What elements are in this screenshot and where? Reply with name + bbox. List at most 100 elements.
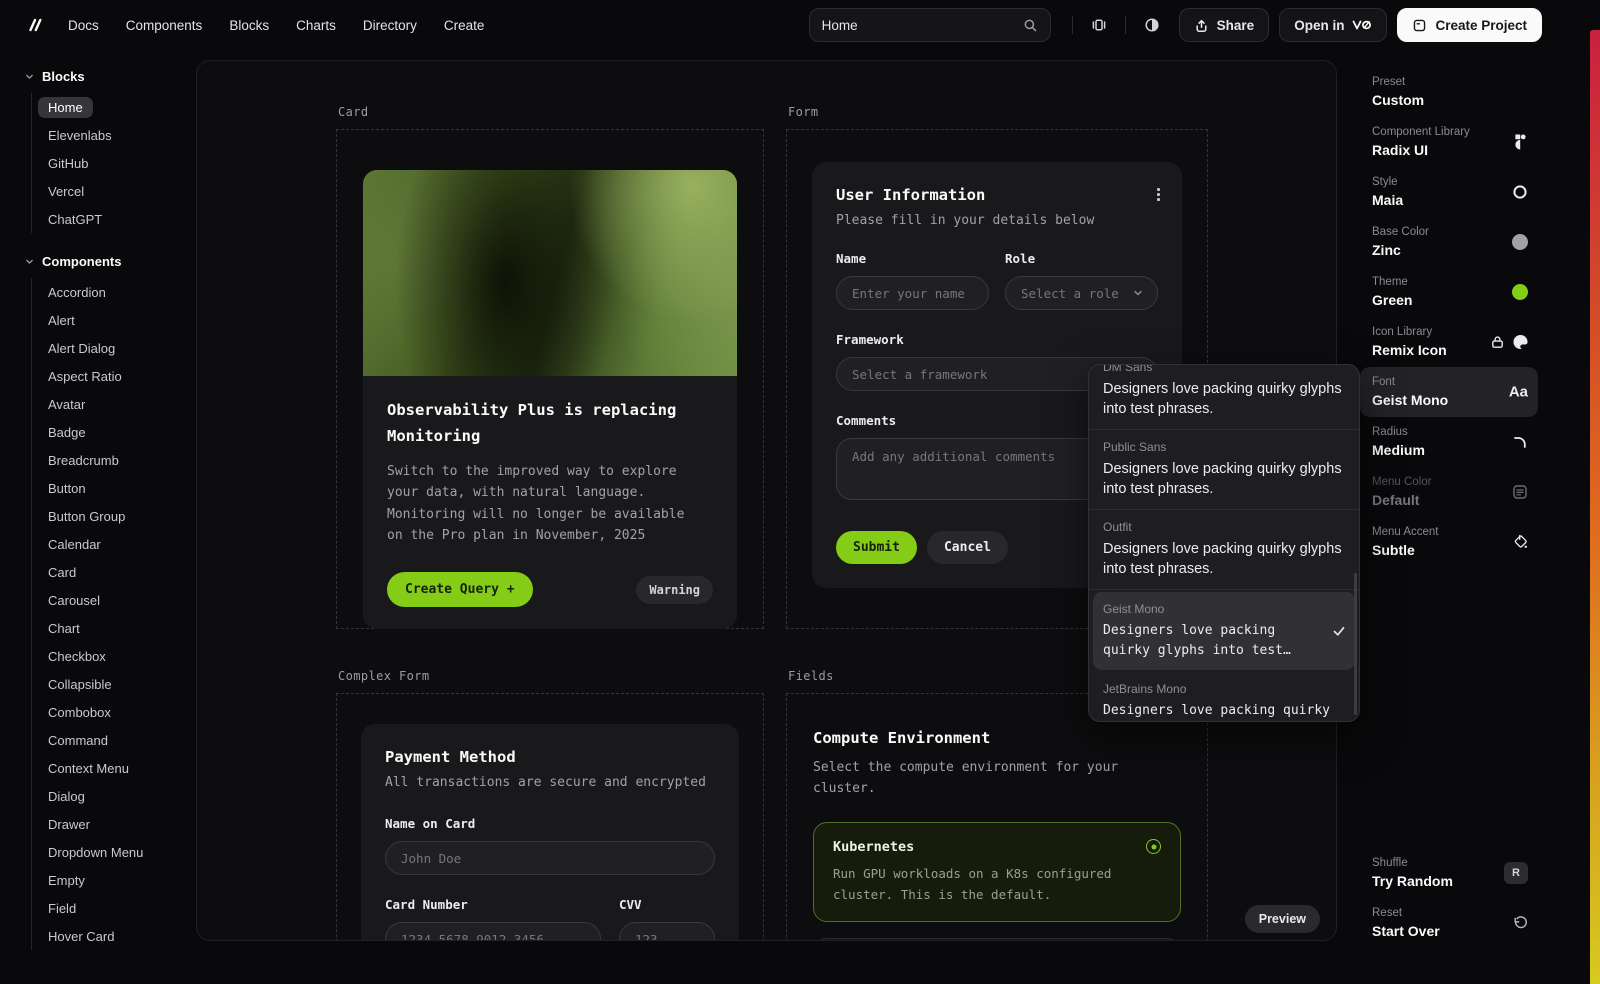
sidebar-item-alert[interactable]: Alert	[32, 306, 188, 334]
sidebar-item-label: Empty	[38, 870, 95, 891]
sidebar-item-avatar[interactable]: Avatar	[32, 390, 188, 418]
sidebar-item-label: Carousel	[38, 590, 110, 611]
inspector-row-radius[interactable]: Radius Medium	[1360, 417, 1538, 467]
font-option-dm-sans[interactable]: DM Sans Designers love packing quirky gl…	[1089, 364, 1359, 429]
sidebar-item-context-menu[interactable]: Context Menu	[32, 754, 188, 782]
name-field[interactable]	[836, 276, 989, 310]
preview-button[interactable]: Preview	[1245, 905, 1320, 933]
sidebar-item-elevenlabs[interactable]: Elevenlabs	[32, 121, 188, 149]
search-field[interactable]	[822, 18, 1023, 33]
submit-button[interactable]: Submit	[836, 531, 917, 564]
nav-link-docs[interactable]: Docs	[68, 18, 99, 33]
sidebar-item-checkbox[interactable]: Checkbox	[32, 642, 188, 670]
framework-label: Framework	[836, 332, 1158, 347]
compute-environment-description: Select the compute environment for your …	[813, 757, 1143, 800]
sidebar-item-empty[interactable]: Empty	[32, 866, 188, 894]
sidebar-item-accordion[interactable]: Accordion	[32, 278, 188, 306]
scrollbar-thumb[interactable]	[1354, 573, 1357, 715]
radio-selected-icon[interactable]	[1146, 839, 1161, 854]
name-on-card-field[interactable]	[385, 841, 715, 875]
sidebar-item-dialog[interactable]: Dialog	[32, 782, 188, 810]
sidebar-item-calendar[interactable]: Calendar	[32, 530, 188, 558]
divider	[1089, 589, 1359, 590]
inspector-row-shuffle[interactable]: Shuffle Try Random R	[1360, 848, 1538, 898]
nav-link-create[interactable]: Create	[444, 18, 485, 33]
compute-environment-title: Compute Environment	[813, 729, 1181, 747]
v0-logo-icon	[1352, 19, 1372, 31]
sidebar-item-button[interactable]: Button	[32, 474, 188, 502]
inspector-row-style[interactable]: Style Maia	[1360, 167, 1538, 217]
payment-title: Payment Method	[385, 748, 715, 766]
inspector-row-font[interactable]: Font Geist Mono Aa	[1360, 367, 1538, 417]
sidebar-item-chart[interactable]: Chart	[32, 614, 188, 642]
nav-link-components[interactable]: Components	[126, 18, 203, 33]
font-option-name: Outfit	[1103, 520, 1345, 534]
open-in-v0-button[interactable]: Open in	[1279, 8, 1387, 42]
inspector-row-label: Font	[1372, 375, 1526, 389]
sidebar-item-drawer[interactable]: Drawer	[32, 810, 188, 838]
sidebar-item-github[interactable]: GitHub	[32, 149, 188, 177]
inspector-row-preset[interactable]: Preset Custom	[1360, 67, 1538, 117]
sidebar-section-blocks[interactable]: Blocks	[24, 64, 188, 88]
create-project-button[interactable]: Create Project	[1397, 8, 1542, 42]
base-color-dot-icon	[1512, 234, 1528, 250]
inspector-row-theme[interactable]: Theme Green	[1360, 267, 1538, 317]
kebab-menu-icon[interactable]	[1153, 184, 1164, 205]
nav-link-directory[interactable]: Directory	[363, 18, 417, 33]
promo-body: Switch to the improved way to explore yo…	[387, 461, 697, 546]
sidebar-item-card[interactable]: Card	[32, 558, 188, 586]
sidebar-item-collapsible[interactable]: Collapsible	[32, 670, 188, 698]
role-label: Role	[1005, 251, 1158, 266]
sidebar-item-hover-card[interactable]: Hover Card	[32, 922, 188, 950]
card-number-field[interactable]	[385, 922, 601, 941]
sidebar-item-home[interactable]: Home	[32, 93, 188, 121]
font-option-geist-mono-selected[interactable]: Geist Mono Designers love packing quirky…	[1093, 592, 1355, 670]
sidebar-item-label: Context Menu	[38, 758, 139, 779]
font-option-outfit[interactable]: Outfit Designers love packing quirky gly…	[1089, 510, 1359, 589]
nav-link-charts[interactable]: Charts	[296, 18, 336, 33]
nav-link-blocks[interactable]: Blocks	[229, 18, 269, 33]
sidebar-item-vercel[interactable]: Vercel	[32, 177, 188, 205]
inspector-row-icon-library[interactable]: Icon Library Remix Icon	[1360, 317, 1538, 367]
sidebar-item-command[interactable]: Command	[32, 726, 188, 754]
inspector-row-base-color[interactable]: Base Color Zinc	[1360, 217, 1538, 267]
layout-frame-button[interactable]	[1082, 8, 1116, 42]
inspector-row-component-library[interactable]: Component Library Radix UI	[1360, 117, 1538, 167]
sidebar-item-chatgpt[interactable]: ChatGPT	[32, 205, 188, 233]
font-option-name: JetBrains Mono	[1103, 682, 1345, 696]
sidebar-item-carousel[interactable]: Carousel	[32, 586, 188, 614]
app-logo-icon[interactable]	[24, 14, 46, 36]
search-input[interactable]	[809, 8, 1051, 42]
sidebar-item-dropdown-menu[interactable]: Dropdown Menu	[32, 838, 188, 866]
card-number-label: Card Number	[385, 897, 601, 912]
cancel-button[interactable]: Cancel	[927, 531, 1008, 564]
cvv-field[interactable]	[619, 922, 715, 941]
font-option-jetbrains-mono[interactable]: JetBrains Mono Designers love packing qu…	[1089, 672, 1359, 722]
inspector-row-label: Reset	[1372, 906, 1526, 920]
share-label: Share	[1217, 18, 1255, 33]
font-aa-icon: Aa	[1509, 384, 1528, 401]
sidebar-item-combobox[interactable]: Combobox	[32, 698, 188, 726]
option-virtual-machine[interactable]: Virtual Machine	[813, 938, 1181, 941]
sidebar-item-field[interactable]: Field	[32, 894, 188, 922]
inspector-row-menu-color[interactable]: Menu Color Default	[1360, 467, 1538, 517]
sidebar-item-label: Dropdown Menu	[38, 842, 153, 863]
font-option-public-sans[interactable]: Public Sans Designers love packing quirk…	[1089, 430, 1359, 509]
sidebar-item-breadcrumb[interactable]: Breadcrumb	[32, 446, 188, 474]
sidebar-item-alert-dialog[interactable]: Alert Dialog	[32, 334, 188, 362]
inspector-row-value: Try Random	[1372, 872, 1526, 890]
theme-contrast-button[interactable]	[1135, 8, 1169, 42]
create-query-button[interactable]: Create Query +	[387, 572, 533, 607]
sidebar-section-label: Components	[42, 254, 121, 269]
sidebar-item-badge[interactable]: Badge	[32, 418, 188, 446]
share-button[interactable]: Share	[1179, 8, 1270, 42]
name-label: Name	[836, 251, 989, 266]
sidebar-item-button-group[interactable]: Button Group	[32, 502, 188, 530]
inspector-row-menu-accent[interactable]: Menu Accent Subtle	[1360, 517, 1538, 567]
role-select[interactable]: Select a role	[1005, 276, 1158, 310]
option-kubernetes[interactable]: Kubernetes Run GPU workloads on a K8s co…	[813, 822, 1181, 923]
sidebar-section-components[interactable]: Components	[24, 249, 188, 273]
inspector-row-reset[interactable]: Reset Start Over	[1360, 898, 1538, 948]
sidebar-item-aspect-ratio[interactable]: Aspect Ratio	[32, 362, 188, 390]
edge-gradient-decoration	[1590, 30, 1600, 984]
